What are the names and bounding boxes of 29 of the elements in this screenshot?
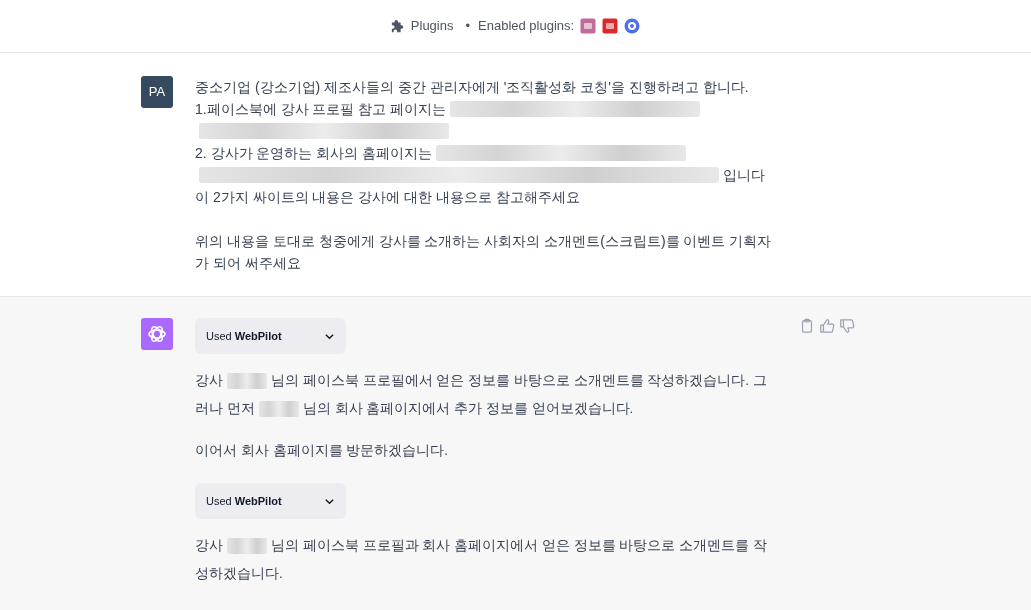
message-text: 님의 페이스북 프로필에서 얻은 정보를 바탕으로 소개멘트를 작성하겠습니다. 그 [271,372,767,390]
message-text: 님의 페이스북 프로필과 회사 홈페이지에서 얻은 정보를 바탕으로 소개멘트를 작 [271,537,767,555]
message-text: 2. 강사가 운영하는 회사의 홈페이지는 [195,144,433,163]
plugin-usage-button[interactable]: Used WebPilot [195,483,346,519]
user-avatar: PA [141,76,173,108]
message-text: 1.페이스북에 강사 프로필 참고 페이지는 [195,100,447,119]
message-text: 이 2가지 싸이트의 내용은 강사에 대한 내용으로 참고해주세요 [195,188,580,207]
message-text: 중소기업 (강소기업) 제조사들의 중간 관리자에게 '조직활성화 코칭'을 진행하려고 합니다. [195,78,749,97]
plugin-usage-button[interactable]: Used WebPilot [195,318,346,354]
message-text: 위의 내용을 토대로 청중에게 강사를 소개하는 사회자의 소개멘트(스크립트)를 이벤트 기획자 [195,232,772,251]
thumbs-up-icon[interactable] [819,318,835,334]
assistant-avatar [141,318,173,350]
plugins-label: Plugins [410,17,454,36]
redaction-block [227,538,267,554]
redaction-block [258,401,299,417]
clipboard-icon[interactable] [799,318,815,334]
redaction-block [227,373,267,389]
message-text: 강사 [195,537,223,555]
puzzle-icon [390,19,405,33]
enabled-plugins-label: Enabled plugins: [478,17,575,36]
message-text: 강사 [195,372,223,390]
message-text: 님의 회사 홈페이지에서 추가 정보를 얻어보겠습니다. [302,400,634,418]
message-text: 러나 먼저 [195,400,255,418]
message-text: 이어서 회사 홈페이지를 방문하겠습니다. [195,442,448,460]
message-text: 입니다 [723,166,765,185]
thumbs-down-icon[interactable] [839,318,855,334]
separator-dot: • [465,17,471,36]
message-text: 가 되어 써주세요 [195,254,301,273]
message-text: 성하겠습니다. [195,565,283,583]
